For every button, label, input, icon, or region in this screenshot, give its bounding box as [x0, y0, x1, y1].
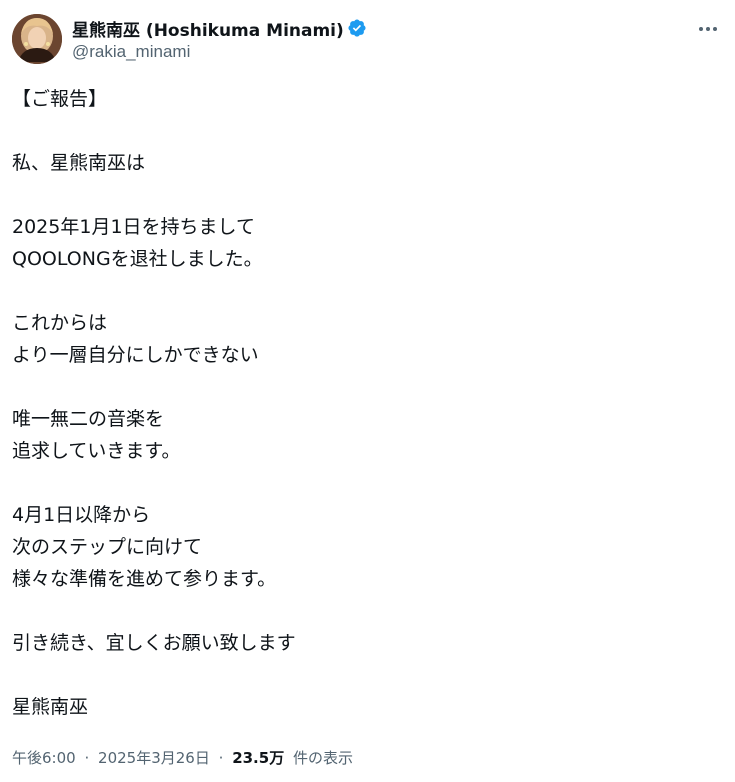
tweet-line: これからは	[12, 312, 108, 334]
tweet-time[interactable]: 午後6:00	[12, 749, 76, 767]
meta-separator: ·	[218, 749, 224, 767]
more-horizontal-icon	[699, 27, 703, 31]
tweet-line: 【ご報告】	[12, 88, 108, 110]
tweet-text: 【ご報告】私、星熊南巫は 2025年1月1日を持ちまして QOOLONGを退社しまし…	[12, 83, 723, 723]
tweet-line	[12, 659, 723, 691]
tweet-line	[12, 115, 723, 147]
avatar-image	[12, 14, 62, 64]
tweet-meta: 午後6:00 · 2025年3月26日 · 23.5万 件の表示	[12, 747, 353, 769]
tweet-line: より一層自分にしかできない	[12, 344, 259, 366]
views-label: 件の表示	[292, 749, 353, 767]
tweet-line: 追求していきます。	[12, 440, 181, 462]
tweet-line: 引き続き、宜しくお願い致します	[12, 632, 296, 654]
tweet-line	[12, 595, 723, 627]
tweet-header: 星熊南巫 (Hoshikuma Minami) @rakia_minami	[12, 14, 723, 68]
tweet-line: 唯一無二の音楽を	[12, 408, 165, 430]
tweet-line: 4月1日以降から	[12, 504, 151, 526]
tweet-line	[12, 179, 723, 211]
tweet: 星熊南巫 (Hoshikuma Minami) @rakia_minami 【ご…	[0, 0, 735, 782]
tweet-line	[12, 371, 723, 403]
tweet-line: 私、星熊南巫は	[12, 152, 146, 174]
author-handle[interactable]: @rakia_minami	[72, 42, 672, 64]
meta-separator: ·	[84, 749, 90, 767]
verified-badge-icon[interactable]	[347, 18, 367, 38]
tweet-line: 星熊南巫	[12, 696, 89, 718]
tweet-line: 次のステップに向けて	[12, 536, 203, 558]
tweet-line	[12, 467, 723, 499]
tweet-line: 2025年1月1日を持ちまして	[12, 216, 255, 238]
more-options-button[interactable]	[693, 16, 723, 42]
views-count: 23.5万	[232, 749, 285, 767]
tweet-line: 様々な準備を進めて参ります。	[12, 568, 277, 590]
tweet-line: QOOLONGを退社しました。	[12, 248, 263, 270]
display-name-row: 星熊南巫 (Hoshikuma Minami)	[72, 16, 672, 41]
author-names: 星熊南巫 (Hoshikuma Minami) @rakia_minami	[72, 16, 672, 64]
tweet-line	[12, 275, 723, 307]
avatar[interactable]	[12, 14, 62, 64]
display-name[interactable]: 星熊南巫 (Hoshikuma Minami)	[72, 16, 344, 41]
tweet-date[interactable]: 2025年3月26日	[98, 749, 210, 767]
